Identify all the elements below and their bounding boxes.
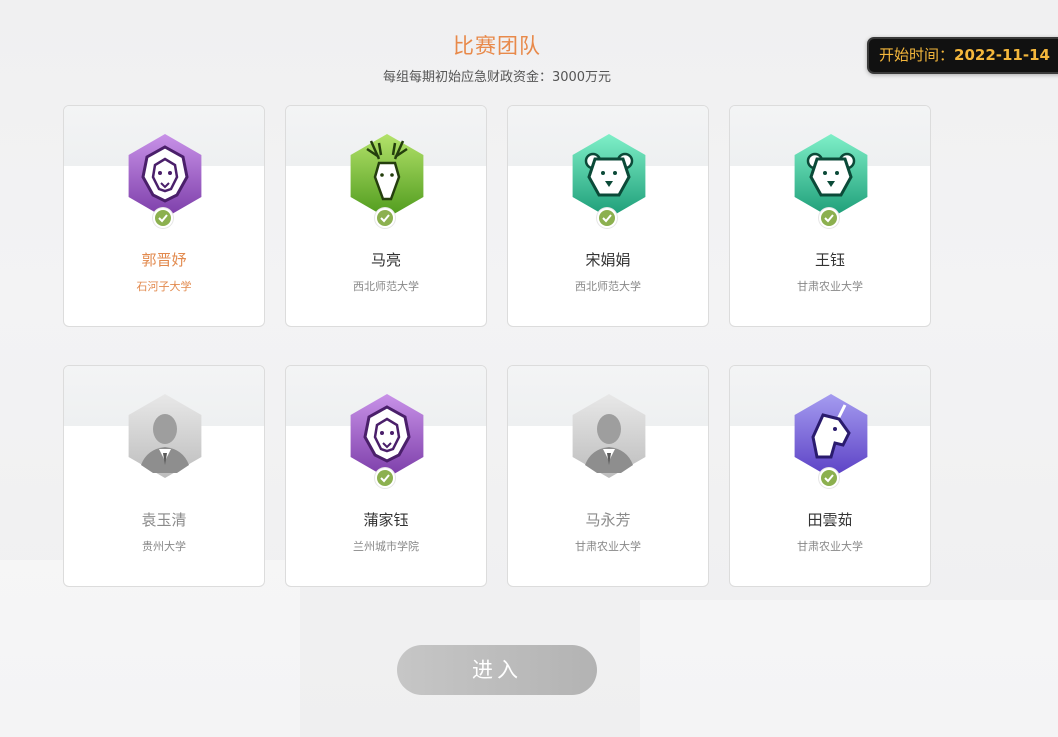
member-school: 贵州大学 <box>142 540 186 553</box>
member-name: 马亮 <box>370 251 401 269</box>
member-school: 甘肃农业大学 <box>575 540 641 553</box>
member-name: 蒲家钰 <box>363 511 409 529</box>
default-user-icon <box>571 393 647 479</box>
enter-button[interactable]: 进入 <box>397 645 597 695</box>
member-school: 石河子大学 <box>136 280 192 293</box>
default-user-icon <box>127 393 203 479</box>
page-subtitle: 每组每期初始应急财政资金：3000万元 <box>382 70 612 85</box>
member-name: 宋娟娟 <box>585 251 631 269</box>
member-card[interactable]: 郭晋妤 石河子大学 <box>63 105 265 327</box>
member-name: 袁玉清 <box>141 511 187 529</box>
ready-check-icon <box>375 468 395 488</box>
member-school: 西北师范大学 <box>575 280 641 293</box>
member-card[interactable]: 宋娟娟 西北师范大学 <box>507 105 709 327</box>
deer-icon <box>349 133 425 219</box>
member-school: 甘肃农业大学 <box>797 280 863 293</box>
start-time-label: 开始时间： <box>879 46 955 64</box>
bear-icon <box>793 133 869 219</box>
member-name: 田雲茹 <box>807 511 853 529</box>
lion-icon <box>127 133 203 219</box>
member-name: 王钰 <box>814 251 845 269</box>
member-school: 甘肃农业大学 <box>797 540 863 553</box>
lion-icon <box>349 393 425 479</box>
member-school: 西北师范大学 <box>353 280 419 293</box>
ready-check-icon <box>819 208 839 228</box>
member-name: 马永芳 <box>585 511 631 529</box>
ready-check-icon <box>597 208 617 228</box>
member-card[interactable]: 马亮 西北师范大学 <box>285 105 487 327</box>
bear-icon <box>571 133 647 219</box>
page-title: 比赛团队 <box>453 34 541 58</box>
member-card[interactable]: 袁玉清 贵州大学 <box>63 365 265 587</box>
member-card[interactable]: 王钰 甘肃农业大学 <box>729 105 931 327</box>
member-card[interactable]: 蒲家钰 兰州城市学院 <box>285 365 487 587</box>
start-time-date: 2022-11-14 <box>954 46 1050 64</box>
member-school: 兰州城市学院 <box>353 540 419 553</box>
background-shape <box>640 600 1058 737</box>
ready-check-icon <box>819 468 839 488</box>
ready-check-icon <box>153 208 173 228</box>
unicorn-icon <box>793 393 869 479</box>
member-name: 郭晋妤 <box>141 251 187 269</box>
ready-check-icon <box>375 208 395 228</box>
member-card[interactable]: 马永芳 甘肃农业大学 <box>507 365 709 587</box>
member-card[interactable]: 田雲茹 甘肃农业大学 <box>729 365 931 587</box>
start-time-badge: 开始时间：2022-11-14 <box>867 37 1058 74</box>
